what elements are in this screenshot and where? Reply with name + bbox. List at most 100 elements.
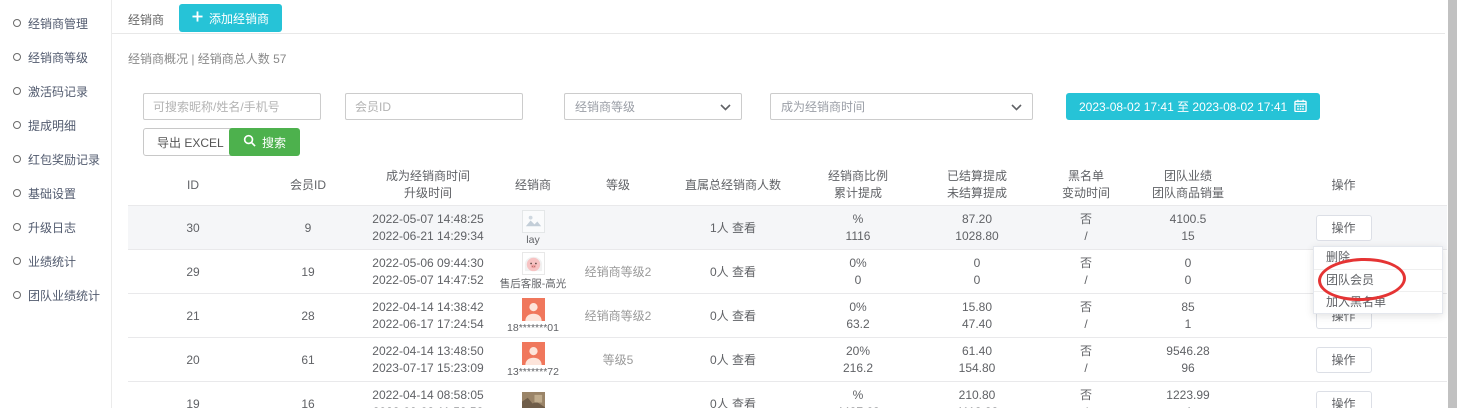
divider [112, 33, 1445, 34]
circle-icon [13, 53, 21, 61]
circle-icon [13, 155, 21, 163]
sidebar-item-label: 升级日志 [28, 219, 76, 236]
cell-blacklist: 否 / [1036, 211, 1136, 245]
distributor-admin-page: 经销商管理 经销商等级 激活码记录 提成明细 红包奖励记录 基础设置 升级日志 … [0, 0, 1457, 408]
dropdown-item[interactable]: 加入黑名单 [1314, 291, 1442, 313]
table-header-cell: 团队业绩 团队商品销量 [1136, 168, 1240, 202]
cell-id: 30 [128, 221, 258, 235]
view-link[interactable]: 查看 [732, 353, 756, 367]
table-header-cell: 会员ID [258, 177, 358, 194]
cell-member-id: 9 [258, 221, 358, 235]
table-header-cell: 直属总经销商人数 [668, 177, 798, 194]
cell-action: 操作 [1240, 215, 1447, 241]
export-excel-button[interactable]: 导出 EXCEL [143, 128, 238, 156]
cell-distributor: 18*******01 [498, 298, 568, 334]
circle-icon [13, 121, 21, 129]
row-action-button[interactable]: 操作 [1316, 347, 1372, 373]
default-person-avatar-icon [522, 298, 545, 321]
cell-direct-count: 0人 查看 [668, 351, 798, 368]
cell-ratio-commission: 0% 0 [798, 255, 918, 289]
circle-icon [13, 223, 21, 231]
cell-ratio-commission: 20% 216.2 [798, 343, 918, 377]
table-row: 19 16 2022-04-14 08:58:05 2022-09-02 11:… [128, 381, 1447, 408]
date-range-value: 2023-08-02 17:41 至 2023-08-02 17:41 [1079, 98, 1287, 115]
cell-level: 经销商等级2 [568, 263, 668, 280]
calendar-icon [1294, 99, 1307, 115]
cell-id: 21 [128, 309, 258, 323]
sidebar-item[interactable]: 红包奖励记录 [0, 142, 111, 176]
view-link[interactable]: 查看 [732, 309, 756, 323]
table-header-cell: 成为经销商时间 升级时间 [358, 168, 498, 202]
level-select-value: 经销商等级 [575, 98, 635, 115]
cell-member-id: 16 [258, 397, 358, 408]
cell-direct-count: 0人 查看 [668, 263, 798, 280]
broken-image-avatar-icon [522, 210, 545, 233]
add-distributor-button[interactable]: 添加经销商 [179, 4, 282, 32]
view-link[interactable]: 查看 [732, 221, 756, 235]
cell-level: 等级5 [568, 351, 668, 368]
table-header-row: ID 会员ID 成为经销商时间 升级时间 经销商 等级 直属总经销商人数 经销商… [128, 165, 1447, 205]
sidebar-item[interactable]: 升级日志 [0, 210, 111, 244]
keyword-search-input[interactable] [143, 93, 321, 120]
table-header-cell: 黑名单 变动时间 [1036, 168, 1136, 202]
photo-avatar-icon [522, 392, 545, 408]
sidebar-item[interactable]: 基础设置 [0, 176, 111, 210]
table-row: 29 19 2022-05-06 09:44:30 2022-05-07 14:… [128, 249, 1447, 293]
circle-icon [13, 189, 21, 197]
date-range-button[interactable]: 2023-08-02 17:41 至 2023-08-02 17:41 [1066, 93, 1320, 120]
cell-team: 4100.5 15 [1136, 211, 1240, 245]
search-icon [243, 134, 256, 150]
view-link[interactable]: 查看 [732, 265, 756, 279]
cell-team: 85 1 [1136, 299, 1240, 333]
cell-id: 19 [128, 397, 258, 408]
cell-team: 1223.99 4 [1136, 387, 1240, 408]
search-button[interactable]: 搜索 [229, 128, 300, 156]
distributor-table: ID 会员ID 成为经销商时间 升级时间 经销商 等级 直属总经销商人数 经销商… [128, 165, 1447, 408]
cell-settled: 61.40 154.80 [918, 343, 1036, 377]
cell-direct-count: 0人 查看 [668, 395, 798, 408]
member-id-input[interactable] [345, 93, 523, 120]
cell-team: 9546.28 96 [1136, 343, 1240, 377]
table-header-cell: ID [128, 177, 258, 194]
cell-distributor: 售后客服-高光 [498, 252, 568, 291]
row-action-button[interactable]: 操作 [1316, 391, 1372, 408]
scrollbar-thumb[interactable] [1448, 0, 1457, 408]
sidebar-item[interactable]: 经销商等级 [0, 40, 111, 74]
search-button-label: 搜索 [262, 134, 286, 151]
dropdown-item[interactable]: 删除 [1314, 247, 1442, 269]
circle-icon [13, 291, 21, 299]
distributor-name: 售后客服-高光 [500, 276, 567, 291]
view-link[interactable]: 查看 [732, 397, 756, 408]
cell-ratio-commission: % 4427.63 [798, 387, 918, 408]
cell-times: 2022-05-06 09:44:30 2022-05-07 14:47:52 [358, 255, 498, 289]
sidebar-item[interactable]: 激活码记录 [0, 74, 111, 108]
sidebar-item[interactable]: 提成明细 [0, 108, 111, 142]
cell-blacklist: 否 / [1036, 343, 1136, 377]
level-select[interactable]: 经销商等级 [564, 93, 742, 120]
sidebar-item[interactable]: 团队业绩统计 [0, 278, 111, 312]
row-action-button[interactable]: 操作 [1316, 215, 1372, 241]
add-distributor-label: 添加经销商 [209, 10, 269, 27]
sidebar-item-label: 业绩统计 [28, 253, 76, 270]
cell-id: 29 [128, 265, 258, 279]
cell-times: 2022-04-14 13:48:50 2023-07-17 15:23:09 [358, 343, 498, 377]
cell-team: 0 0 [1136, 255, 1240, 289]
become-time-select-value: 成为经销商时间 [781, 98, 865, 115]
table-header-cell: 已结算提成 未结算提成 [918, 168, 1036, 202]
sidebar-item-label: 经销商管理 [28, 15, 88, 32]
cell-times: 2022-04-14 14:38:42 2022-06-17 17:24:54 [358, 299, 498, 333]
sidebar-item[interactable]: 业绩统计 [0, 244, 111, 278]
table-header-cell: 操作 [1240, 177, 1447, 194]
summary-text: 经销商概况 | 经销商总人数 57 [128, 50, 286, 67]
vertical-scrollbar[interactable] [1447, 0, 1457, 408]
tab-distributor[interactable]: 经销商 [128, 11, 164, 28]
cell-times: 2022-05-07 14:48:25 2022-06-21 14:29:34 [358, 211, 498, 245]
dropdown-item-circled[interactable]: 团队会员 [1314, 269, 1442, 291]
become-time-select[interactable]: 成为经销商时间 [770, 93, 1033, 120]
cell-direct-count: 1人 查看 [668, 219, 798, 236]
cell-distributor: lay [498, 210, 568, 246]
sidebar-item[interactable]: 经销商管理 [0, 6, 111, 40]
chevron-down-icon [720, 100, 731, 114]
table-body: 30 9 2022-05-07 14:48:25 2022-06-21 14:2… [128, 205, 1447, 408]
sidebar: 经销商管理 经销商等级 激活码记录 提成明细 红包奖励记录 基础设置 升级日志 … [0, 0, 112, 408]
